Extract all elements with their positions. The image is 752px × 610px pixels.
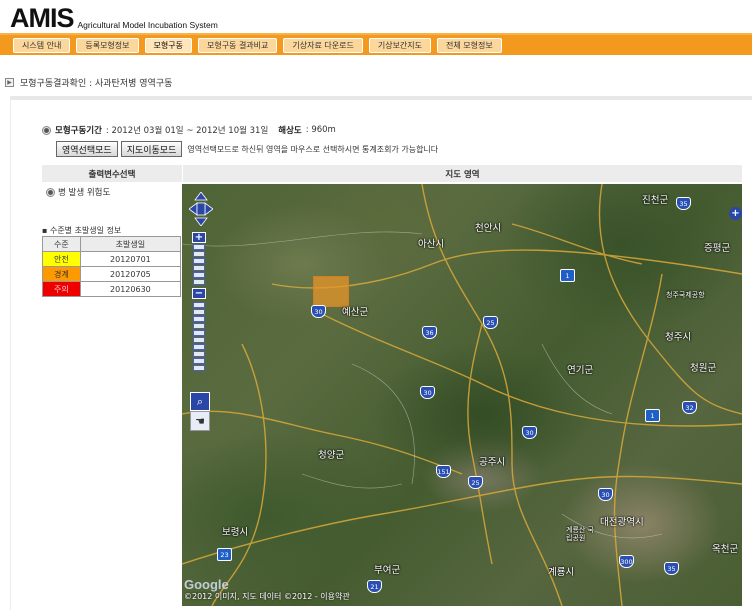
city-yeongi: 연기군 xyxy=(567,365,594,376)
table-row: 경계 20120705 xyxy=(42,266,182,282)
city-cheongwon: 청원군 xyxy=(690,363,717,374)
pan-control-icon[interactable] xyxy=(189,192,213,226)
highway-shield: 30 xyxy=(311,305,326,318)
zoom-box-icon[interactable]: ⌕ xyxy=(190,392,210,411)
legend-col-date: 초발생일 xyxy=(79,236,182,252)
city-cheonan: 천안시 xyxy=(475,223,502,234)
city-daejeon: 대전광역시 xyxy=(600,517,644,528)
city-gongju: 공주시 xyxy=(479,457,506,468)
resolution-label: 해상도 xyxy=(278,126,302,136)
city-cheongju-airport: 청주국제공항 xyxy=(666,291,705,299)
city-jincheon: 진천군 xyxy=(642,195,669,206)
road-network xyxy=(182,184,742,606)
select-mode-button[interactable]: 영역선택모드 xyxy=(56,141,118,157)
highway-shield: 1 xyxy=(645,409,660,422)
highway-shield: 151 xyxy=(436,465,451,478)
highway-shield: 32 xyxy=(682,401,697,414)
highway-shield: 25 xyxy=(468,476,483,489)
highway-shield: 300 xyxy=(619,555,634,568)
city-yesan: 예산군 xyxy=(342,307,369,318)
highway-shield: 21 xyxy=(367,580,382,593)
period-value: : 2012년 03월 01일 ~ 2012년 10월 31일 xyxy=(105,126,269,136)
table-row: 주의 20120630 xyxy=(42,281,182,297)
main-nav: 시스템 안내 등록모형정보 모형구동 모형구동 결과비교 기상자료 다운로드 기… xyxy=(0,33,752,55)
highway-shield: 1 xyxy=(560,269,575,282)
date-danger: 20120630 xyxy=(79,281,182,297)
level-danger: 주의 xyxy=(42,281,81,297)
city-cheongyang: 청양군 xyxy=(318,450,345,461)
level-warn: 경계 xyxy=(42,266,81,282)
breadcrumb: ▶ 모형구동결과확인 : 사과탄저병 영역구동 xyxy=(5,76,172,89)
bullet-icon xyxy=(42,125,51,135)
run-period: 모형구동기간 : 2012년 03월 01일 ~ 2012년 10월 31일 해… xyxy=(42,124,336,136)
map-area-header: 지도 영역 xyxy=(182,165,742,182)
highway-shield: 25 xyxy=(483,316,498,329)
var-option-disease-risk[interactable]: 병 발생 위험도 xyxy=(46,186,110,198)
city-gyeryongsan: 계룡산 국립공원 xyxy=(566,526,594,542)
highway-shield: 30 xyxy=(522,426,537,439)
highway-shield: 23 xyxy=(217,548,232,561)
date-safe: 20120701 xyxy=(79,251,182,267)
highway-shield: 36 xyxy=(422,326,437,339)
nav-result-compare[interactable]: 모형구동 결과비교 xyxy=(197,37,278,53)
highway-shield: 30 xyxy=(420,386,435,399)
breadcrumb-text: 모형구동결과확인 : 사과탄저병 영역구동 xyxy=(20,79,173,89)
logo-subtitle: Agricultural Model Incubation System xyxy=(77,20,218,30)
zoom-out-icon[interactable]: − xyxy=(192,288,206,299)
level-safe: 안전 xyxy=(42,251,81,267)
table-row: 안전 20120701 xyxy=(42,251,182,267)
nav-weather-interp-map[interactable]: 기상보간지도 xyxy=(368,37,432,53)
var-option-label: 병 발생 위험도 xyxy=(58,188,111,198)
city-asan: 아산시 xyxy=(418,239,445,250)
city-gyeryong: 계룡시 xyxy=(548,567,575,578)
map-copyright[interactable]: ©2012 이미지, 지도 데이터 ©2012 - 이용약관 xyxy=(184,591,350,602)
period-label: 모형구동기간 xyxy=(55,126,102,136)
move-mode-button[interactable]: 지도이동모드 xyxy=(120,141,183,157)
legend-col-level: 수준 xyxy=(42,236,81,252)
nav-system-intro[interactable]: 시스템 안내 xyxy=(13,37,71,53)
logo-text: AMIS xyxy=(10,3,74,33)
mode-description: 영역선택모드로 하신뒤 영역을 마우스로 선택하시면 통계조회가 가능합니다 xyxy=(187,144,439,154)
nav-all-model-info[interactable]: 전체 모형정보 xyxy=(437,37,502,53)
play-icon: ▶ xyxy=(5,78,14,87)
highway-shield: 35 xyxy=(664,562,679,575)
satellite-map[interactable]: 천안시 진천군 증평군 아산시 청주국제공항 예산군 청주시 연기군 청원군 청… xyxy=(182,184,742,606)
zoom-in-icon[interactable]: + xyxy=(192,232,206,243)
city-jeungpyeong: 증평군 xyxy=(704,243,731,254)
city-cheongju: 청주시 xyxy=(665,332,692,343)
var-select-header: 출력변수선택 xyxy=(42,165,182,182)
highway-shield: 30 xyxy=(598,488,613,501)
date-warn: 20120705 xyxy=(79,266,182,282)
zoom-slider[interactable]: + − xyxy=(192,232,206,372)
google-logo: Google xyxy=(184,577,229,592)
expand-plus-icon[interactable]: + xyxy=(729,207,742,220)
city-okcheon: 옥천군 xyxy=(712,544,739,555)
app-logo: AMIS Agricultural Model Incubation Syste… xyxy=(10,2,218,32)
highway-shield: 35 xyxy=(676,197,691,210)
nav-registered-models[interactable]: 등록모형정보 xyxy=(76,37,139,53)
legend-header-row: 수준 초발생일 xyxy=(42,236,182,252)
resolution-value: : 960m xyxy=(305,125,336,135)
hand-pan-icon[interactable]: ☚ xyxy=(190,411,210,431)
radio-selected-icon[interactable] xyxy=(46,187,55,197)
legend-table: 수준 초발생일 안전 20120701 경계 20120705 주의 20120… xyxy=(42,236,182,297)
legend-title: ▪ 수준별 초발생일 정보 xyxy=(42,226,122,235)
city-buyeo: 부여군 xyxy=(374,565,401,576)
nav-model-run[interactable]: 모형구동 xyxy=(144,37,192,53)
mode-toolbar: 영역선택모드 지도이동모드 영역선택모드로 하신뒤 영역을 마우스로 선택하시면… xyxy=(56,141,438,157)
selected-region[interactable] xyxy=(313,276,349,307)
city-boryeong: 보령시 xyxy=(222,527,249,538)
nav-weather-download[interactable]: 기상자료 다운로드 xyxy=(283,37,363,53)
